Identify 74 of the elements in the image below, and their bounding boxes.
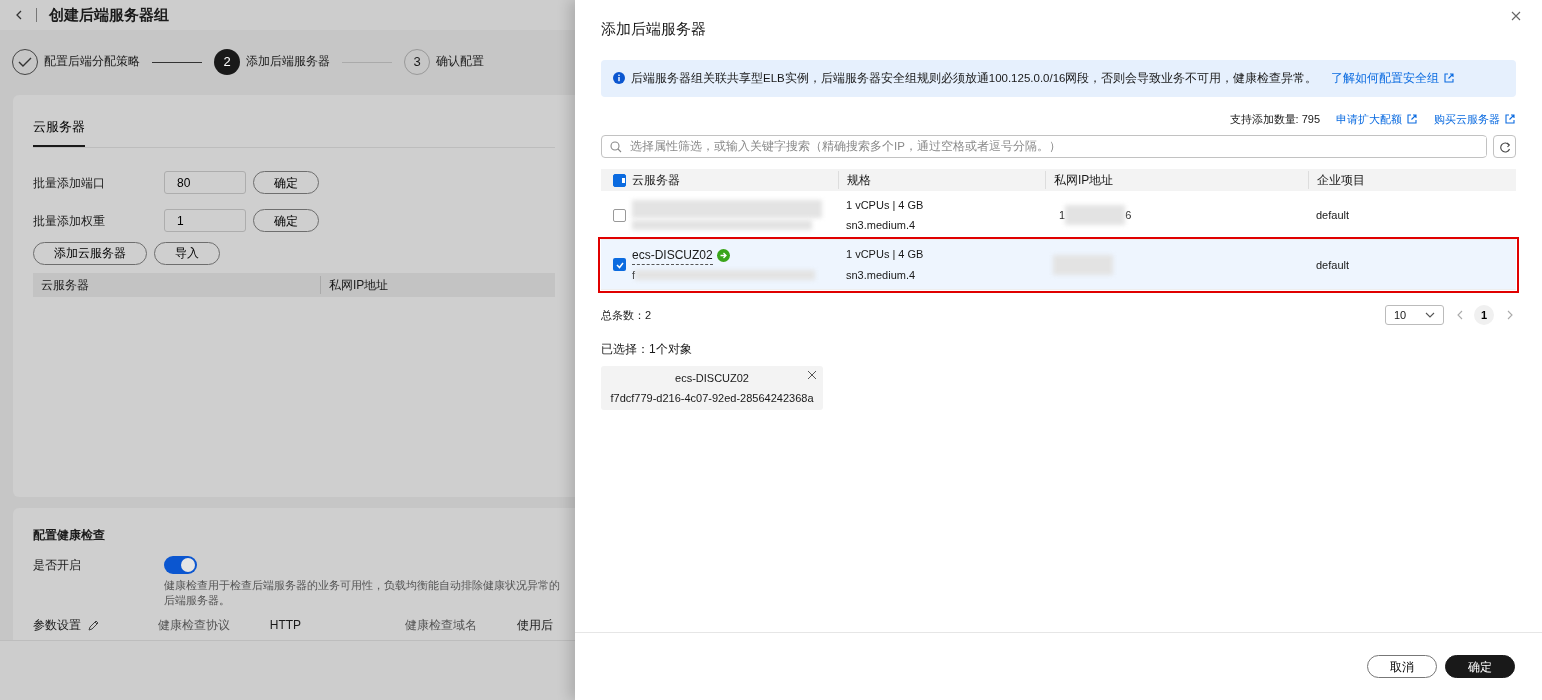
checkbox[interactable] [613, 208, 626, 222]
drawer-title: 添加后端服务器 [601, 19, 707, 39]
total-count: 总条数：2 [601, 308, 652, 323]
selected-count: 已选择：1个对象 [601, 341, 693, 359]
field-label: 健康检查协议 [157, 616, 231, 634]
back-icon[interactable] [14, 9, 24, 21]
close-icon[interactable] [1510, 10, 1522, 22]
refresh-icon [1498, 140, 1511, 153]
field-label: 批量添加端口 [33, 174, 106, 192]
quota-text: 支持添加数量: 795 [1229, 111, 1320, 127]
close-icon[interactable] [807, 370, 817, 381]
chevron-down-icon [1425, 311, 1435, 320]
chip-id: f7dcf779-d216-4c07-92ed-28564242368a [609, 390, 815, 406]
field-label: 是否开启 [33, 557, 82, 574]
column-header: 云服务器 [632, 172, 681, 190]
redacted-text [1053, 254, 1113, 275]
step-label: 配置后端分配策略 [44, 54, 140, 70]
link[interactable]: 了解如何配置安全组 [1331, 69, 1456, 87]
input-field[interactable]: 1 [164, 209, 246, 232]
cancel-button[interactable]: 取消 [1367, 655, 1437, 678]
link[interactable]: 申请扩大配额 [1336, 110, 1418, 128]
alert-text: 后端服务器组关联共享型ELB实例，后端服务器安全组规则必须放通100.125.0.0/16网段，否则会导致业务不可用，健康检查异常。 [631, 70, 1318, 86]
table-cell-text: 1 vCPUs | 4 GB [846, 247, 925, 263]
step-number: 2 [214, 49, 240, 75]
link[interactable]: 购买云服务器 [1434, 110, 1516, 128]
field-label: 参数设置 [33, 616, 81, 634]
step-label: 添加后端服务器 [246, 54, 330, 70]
page-button[interactable]: 1 [1474, 305, 1494, 326]
edit-icon[interactable] [87, 618, 100, 632]
add-server-button[interactable]: 添加云服务器 [33, 241, 147, 265]
section-title: 配置健康检查 [33, 527, 106, 544]
column-header: 云服务器 [40, 276, 90, 294]
table-cell-text: sn3.medium.4 [846, 267, 917, 283]
tab[interactable]: 云服务器 [33, 113, 85, 147]
checkbox[interactable] [613, 173, 626, 187]
field-label: 健康检查域名 [404, 616, 478, 634]
server-name-link[interactable]: ecs-DISCUZ02 [632, 246, 713, 265]
table-cell-text: 1 vCPUs | 4 GB [846, 197, 925, 213]
column-header: 私网IP地址 [320, 275, 389, 294]
chip-name: ecs-DISCUZ02 [675, 371, 749, 387]
help-text: 健康检查用于检查后端服务器的业务可用性，负载均衡能自动排除健康状况异常的后端服务器。 [164, 578, 561, 608]
table-cell-text: sn3.medium.4 [846, 218, 917, 234]
page-title: 创建后端服务器组 [49, 4, 169, 25]
confirm-button[interactable]: 确定 [1445, 655, 1515, 678]
page-size-select[interactable]: 10 [1385, 305, 1444, 326]
step-label: 确认配置 [436, 54, 484, 70]
server-id: f [632, 268, 636, 283]
arrow-icon [716, 249, 730, 262]
table-cell-text: default [1315, 257, 1350, 273]
input-field[interactable]: 80 [164, 171, 246, 194]
toggle-switch[interactable] [164, 556, 197, 574]
info-icon [613, 72, 625, 85]
search-icon [610, 140, 622, 153]
checkbox[interactable] [613, 258, 626, 272]
confirm-button[interactable]: 确定 [253, 171, 319, 194]
external-link-icon [1443, 72, 1456, 85]
field-label: 批量添加权重 [33, 212, 106, 230]
import-button[interactable]: 导入 [154, 241, 220, 265]
column-header: 规格 [838, 171, 1045, 190]
table-cell-text: 6 [1125, 208, 1132, 223]
redacted-text [1065, 205, 1126, 226]
field-value: 使用后 [517, 616, 554, 634]
confirm-button[interactable]: 确定 [253, 209, 319, 232]
table-cell-text: default [1315, 208, 1350, 223]
check-icon [17, 55, 33, 69]
search-field[interactable]: 选择属性筛选，或输入关键字搜索（精确搜索多个IP，通过空格或者逗号分隔。） [601, 135, 1487, 159]
column-header: 私网IP地址 [1045, 171, 1308, 190]
table-cell-text: 1 [1059, 208, 1066, 223]
column-header: 企业项目 [1308, 171, 1365, 190]
field-value: HTTP [269, 616, 303, 634]
refresh-button[interactable] [1493, 135, 1516, 159]
table-row[interactable]: ecs-DISCUZ02 f 1 vCPUs | 4 GB sn3.medium.4 default [601, 240, 1516, 291]
external-link-icon [1406, 113, 1418, 125]
external-link-icon [1504, 113, 1516, 125]
